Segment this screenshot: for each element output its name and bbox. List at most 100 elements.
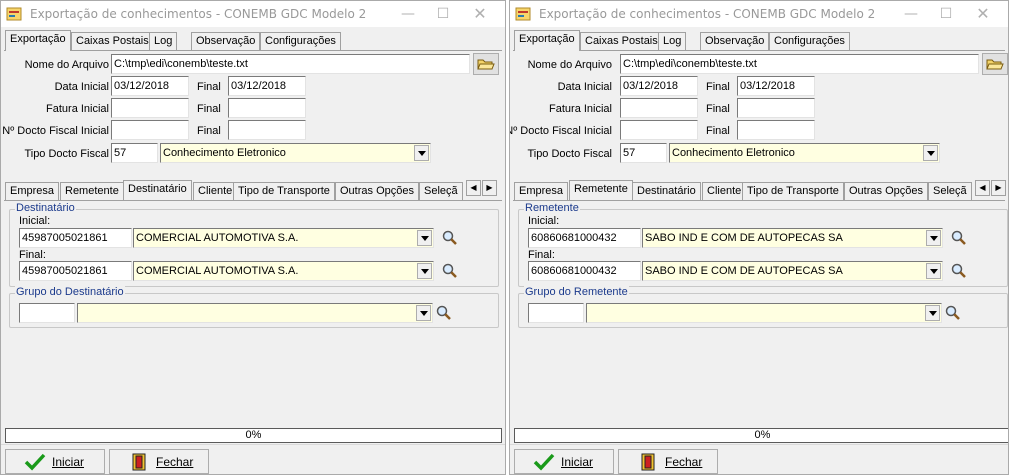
- tipo-docto-label: Tipo Docto Fiscal: [24, 148, 109, 160]
- iniciar-button[interactable]: Iniciar: [514, 449, 614, 474]
- final-label: Final:: [528, 249, 555, 261]
- fatura-inicial-input[interactable]: [620, 98, 698, 118]
- title-bar[interactable]: Exportação de conhecimentos - CONEMB GDC…: [1, 1, 505, 27]
- tipo-docto-code-input[interactable]: 57: [620, 143, 667, 163]
- search-icon[interactable]: [435, 304, 453, 322]
- subtab-selecao[interactable]: Seleçã: [419, 182, 463, 200]
- subtab-tipo-transporte[interactable]: Tipo de Transporte: [742, 182, 844, 200]
- progress-bar: 0%: [514, 428, 1008, 443]
- docto-final-input[interactable]: [228, 120, 306, 140]
- tab-log[interactable]: Log: [149, 32, 178, 50]
- group-name-select[interactable]: [586, 303, 942, 323]
- browse-folder-button[interactable]: [473, 53, 499, 75]
- search-icon[interactable]: [441, 229, 459, 247]
- subtab-cliente[interactable]: Cliente: [193, 182, 238, 200]
- inicial-code-input[interactable]: 45987005021861: [19, 228, 132, 248]
- party-group-set: Grupo do Destinatário: [9, 286, 499, 328]
- final-name-select[interactable]: COMERCIAL AUTOMOTIVA S.A.: [133, 261, 434, 281]
- conemb-export-window-1: Exportação de conhecimentos - CONEMB GDC…: [0, 0, 506, 475]
- fechar-label: Fechar: [665, 454, 703, 469]
- chevron-down-icon[interactable]: [414, 145, 429, 161]
- title-bar[interactable]: Exportação de conhecimentos - CONEMB GDC…: [510, 1, 1008, 27]
- tab-caixas-postais[interactable]: Caixas Postais: [580, 32, 663, 50]
- docto-inicial-input[interactable]: [111, 120, 189, 140]
- data-final-input[interactable]: 03/12/2018: [228, 76, 306, 96]
- subtab-selecao[interactable]: Seleçã: [928, 182, 972, 200]
- chevron-down-icon[interactable]: [417, 230, 432, 246]
- subtab-outras-opcoes[interactable]: Outras Opções: [844, 182, 928, 200]
- sub-tab-strip: Empresa Remetente Destinatário Cliente Tipo …: [5, 180, 475, 200]
- tab-exportacao[interactable]: Exportação: [5, 30, 71, 51]
- iniciar-button[interactable]: Iniciar: [5, 449, 105, 474]
- inicial-code-input[interactable]: 60860681000432: [528, 228, 641, 248]
- maximize-button[interactable]: ☐: [931, 3, 961, 25]
- minimize-button[interactable]: —: [393, 3, 423, 25]
- subtab-destinatario[interactable]: Destinatário: [632, 182, 701, 200]
- chevron-down-icon[interactable]: [926, 263, 941, 279]
- chevron-down-icon[interactable]: [417, 263, 432, 279]
- nome-arquivo-label: Nome do Arquivo: [527, 59, 612, 71]
- subtab-remetente[interactable]: Remetente: [60, 182, 124, 200]
- subtab-destinatario[interactable]: Destinatário: [123, 180, 192, 200]
- tab-observacao[interactable]: Observação: [700, 32, 770, 50]
- fatura-final-input[interactable]: [228, 98, 306, 118]
- tab-observacao[interactable]: Observação: [191, 32, 261, 50]
- chevron-down-icon[interactable]: [416, 305, 431, 321]
- docto-inicial-input[interactable]: [620, 120, 698, 140]
- close-button[interactable]: ✕: [968, 3, 998, 25]
- tab-scroll-left-icon[interactable]: ◀: [466, 180, 481, 196]
- window-title: Exportação de conhecimentos - CONEMB GDC…: [539, 7, 876, 21]
- fatura-inicial-input[interactable]: [111, 98, 189, 118]
- final-name-select[interactable]: SABO IND E COM DE AUTOPECAS SA: [642, 261, 943, 281]
- subtab-cliente[interactable]: Cliente: [702, 182, 747, 200]
- subtab-empresa[interactable]: Empresa: [5, 182, 60, 200]
- tipo-docto-select[interactable]: Conhecimento Eletronico: [160, 143, 431, 163]
- docto-final-input[interactable]: [737, 120, 815, 140]
- tab-scroll-left-icon[interactable]: ◀: [975, 180, 990, 196]
- search-icon[interactable]: [441, 262, 459, 280]
- chevron-down-icon[interactable]: [926, 230, 941, 246]
- subtab-tipo-transporte[interactable]: Tipo de Transporte: [233, 182, 335, 200]
- final-code-input[interactable]: 60860681000432: [528, 261, 641, 281]
- search-icon[interactable]: [944, 304, 962, 322]
- group-name-select[interactable]: [77, 303, 433, 323]
- nome-arquivo-input[interactable]: C:\tmp\edi\conemb\teste.txt: [111, 54, 470, 74]
- final-code-input[interactable]: 45987005021861: [19, 261, 132, 281]
- search-icon[interactable]: [950, 262, 968, 280]
- inicial-name-select[interactable]: COMERCIAL AUTOMOTIVA S.A.: [133, 228, 434, 248]
- minimize-button[interactable]: —: [896, 3, 926, 25]
- exit-door-icon: [641, 453, 655, 470]
- group-code-input[interactable]: [19, 303, 75, 323]
- subtab-empresa[interactable]: Empresa: [514, 182, 569, 200]
- fechar-button[interactable]: Fechar: [618, 449, 718, 474]
- data-inicial-input[interactable]: 03/12/2018: [620, 76, 698, 96]
- maximize-button[interactable]: ☐: [428, 3, 458, 25]
- search-icon[interactable]: [950, 229, 968, 247]
- subtab-remetente[interactable]: Remetente: [569, 180, 633, 200]
- fechar-button[interactable]: Fechar: [109, 449, 209, 474]
- browse-folder-button[interactable]: [982, 53, 1008, 75]
- data-inicial-input[interactable]: 03/12/2018: [111, 76, 189, 96]
- tab-configuracoes[interactable]: Configurações: [260, 32, 341, 50]
- data-final-input[interactable]: 03/12/2018: [737, 76, 815, 96]
- chevron-down-icon[interactable]: [925, 305, 940, 321]
- party-group-set: Grupo do Remetente: [518, 286, 1008, 328]
- docto-final-label: Final: [197, 125, 221, 137]
- group-code-input[interactable]: [528, 303, 584, 323]
- tab-exportacao[interactable]: Exportação: [514, 30, 580, 51]
- data-final-label: Final: [197, 81, 221, 93]
- tab-configuracoes[interactable]: Configurações: [769, 32, 850, 50]
- fatura-final-input[interactable]: [737, 98, 815, 118]
- tipo-docto-code-input[interactable]: 57: [111, 143, 158, 163]
- tab-caixas-postais[interactable]: Caixas Postais: [71, 32, 154, 50]
- tab-scroll-right-icon[interactable]: ▶: [991, 180, 1006, 196]
- window-title: Exportação de conhecimentos - CONEMB GDC…: [30, 7, 367, 21]
- tab-log[interactable]: Log: [658, 32, 687, 50]
- close-button[interactable]: ✕: [465, 3, 495, 25]
- tab-scroll-right-icon[interactable]: ▶: [482, 180, 497, 196]
- chevron-down-icon[interactable]: [923, 145, 938, 161]
- subtab-outras-opcoes[interactable]: Outras Opções: [335, 182, 419, 200]
- inicial-name-select[interactable]: SABO IND E COM DE AUTOPECAS SA: [642, 228, 943, 248]
- tipo-docto-select[interactable]: Conhecimento Eletronico: [669, 143, 940, 163]
- nome-arquivo-input[interactable]: C:\tmp\edi\conemb\teste.txt: [620, 54, 979, 74]
